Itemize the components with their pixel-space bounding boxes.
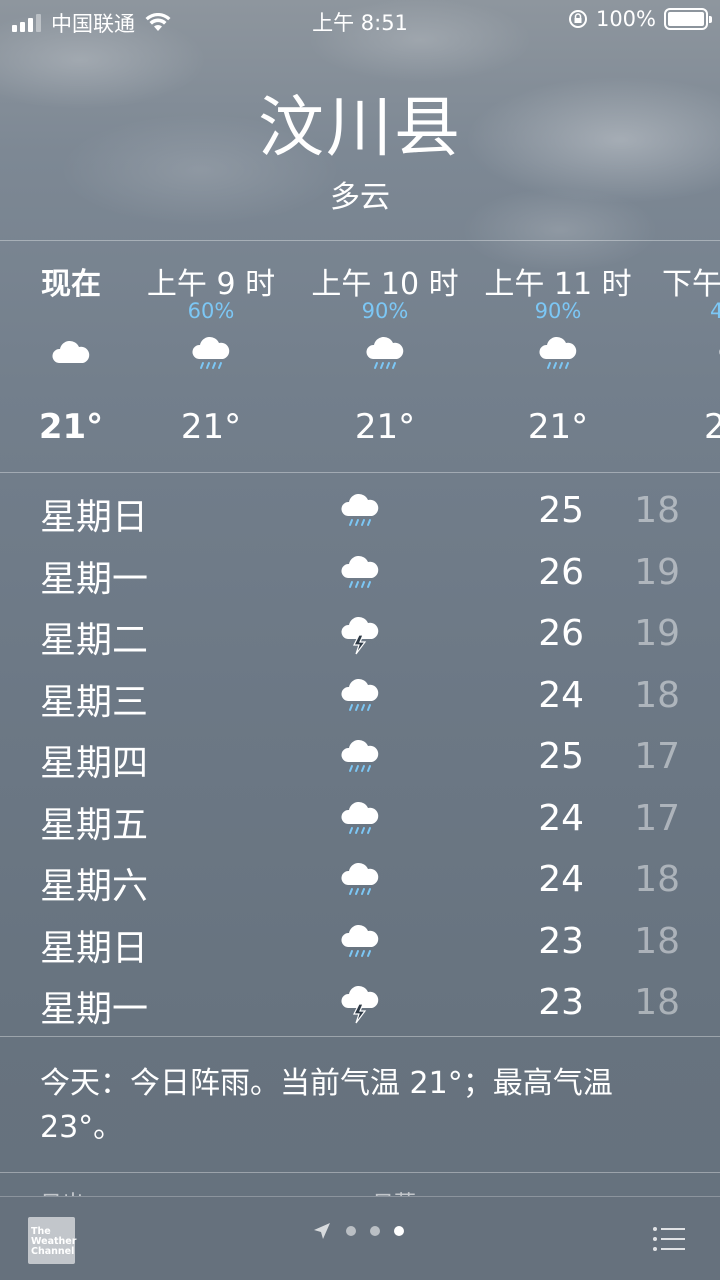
rain-cloud-icon bbox=[338, 490, 382, 534]
precip-chance: 4 bbox=[710, 299, 720, 323]
rain-cloud-icon bbox=[716, 333, 720, 377]
high-temp: 26 bbox=[538, 551, 584, 593]
hour-temp: 21° bbox=[180, 407, 242, 447]
day-name: 星期日 bbox=[40, 927, 149, 969]
rain-cloud-icon bbox=[536, 333, 580, 377]
low-temp: 18 bbox=[634, 490, 680, 531]
precip-chance: 90% bbox=[361, 299, 409, 323]
high-temp: 24 bbox=[538, 859, 584, 900]
weather-channel-logo[interactable]: The Weather Channel bbox=[28, 1217, 76, 1264]
daily-row: 星期一 23 18 bbox=[0, 972, 720, 1034]
day-name: 星期三 bbox=[40, 681, 149, 723]
precip-chance: 60% bbox=[187, 299, 235, 323]
hourly-item: 上午 11 时 90% 21° bbox=[473, 241, 643, 472]
high-temp: 25 bbox=[538, 490, 584, 531]
status-bar: 中国联通 上午 8:51 100% bbox=[0, 0, 720, 40]
hourly-item: 上午 10 时 90% 21° bbox=[300, 241, 470, 472]
low-temp: 18 bbox=[634, 920, 680, 962]
precip-chance: 90% bbox=[534, 299, 582, 323]
daily-row: 星期五 24 17 bbox=[0, 788, 720, 850]
low-temp: 17 bbox=[634, 736, 680, 777]
day-name: 星期四 bbox=[40, 743, 149, 784]
today-summary: 今天：今日阵雨。当前气温 21°；最高气温 23°。 bbox=[40, 1066, 613, 1145]
rain-cloud-icon bbox=[338, 736, 382, 780]
high-temp: 25 bbox=[538, 736, 584, 777]
low-temp: 18 bbox=[634, 982, 680, 1023]
divider bbox=[0, 1172, 720, 1173]
low-temp: 18 bbox=[634, 674, 680, 716]
daily-row: 星期日 25 18 bbox=[0, 480, 720, 542]
low-temp: 19 bbox=[634, 613, 680, 654]
thunderstorm-icon bbox=[338, 982, 382, 1026]
rain-cloud-icon bbox=[189, 333, 233, 377]
hourly-item: 下午 4 2 bbox=[652, 241, 720, 472]
daily-row: 星期六 24 18 bbox=[0, 849, 720, 911]
high-temp: 26 bbox=[538, 613, 584, 654]
rain-cloud-icon bbox=[338, 859, 382, 903]
hour-temp: 2 bbox=[704, 407, 720, 447]
day-name: 星期五 bbox=[40, 804, 149, 846]
hour-label: 下午 bbox=[662, 267, 720, 302]
daily-row: 星期日 23 18 bbox=[0, 911, 720, 973]
rain-cloud-icon bbox=[338, 552, 382, 596]
hour-temp: 21° bbox=[527, 407, 589, 447]
high-temp: 23 bbox=[538, 920, 584, 962]
day-name: 星期一 bbox=[40, 989, 149, 1030]
location-arrow-icon bbox=[314, 1223, 330, 1239]
rain-cloud-icon bbox=[363, 333, 407, 377]
high-temp: 24 bbox=[538, 674, 584, 716]
battery-percent: 100% bbox=[595, 7, 656, 31]
daily-forecast: 星期日 25 18 星期一 26 19 星期二 26 19 星期三 24 18 … bbox=[0, 480, 720, 1034]
page-dot-active bbox=[394, 1226, 404, 1236]
page-dot bbox=[346, 1226, 356, 1236]
day-name: 星期一 bbox=[40, 558, 149, 600]
hour-label: 上午 11 时 bbox=[484, 267, 632, 302]
divider bbox=[0, 1036, 720, 1037]
low-temp: 17 bbox=[634, 797, 680, 839]
hour-label: 上午 10 时 bbox=[311, 267, 459, 302]
daily-row: 星期四 25 17 bbox=[0, 726, 720, 788]
daily-row: 星期三 24 18 bbox=[0, 665, 720, 727]
city-name: 汶川县 bbox=[258, 89, 462, 166]
thunderstorm-icon bbox=[338, 613, 382, 657]
battery-icon bbox=[664, 8, 712, 30]
high-temp: 24 bbox=[538, 797, 584, 839]
hourly-item: 上午 9 时 60% 21° bbox=[126, 241, 296, 472]
city-list-icon[interactable] bbox=[652, 1225, 686, 1253]
day-name: 星期六 bbox=[40, 866, 149, 907]
rain-cloud-icon bbox=[338, 921, 382, 965]
day-name: 星期二 bbox=[40, 620, 149, 661]
bottom-toolbar: The Weather Channel bbox=[0, 1196, 720, 1280]
rotation-lock-icon bbox=[568, 10, 587, 28]
hourly-forecast[interactable]: 现在 21° 上午 9 时 60% 21° 上午 10 时 90% 21° 上午… bbox=[0, 241, 720, 472]
rain-cloud-icon bbox=[338, 675, 382, 719]
page-indicator[interactable] bbox=[312, 1221, 404, 1241]
divider bbox=[0, 472, 720, 473]
low-temp: 18 bbox=[634, 859, 680, 900]
daily-row: 星期二 26 19 bbox=[0, 603, 720, 665]
high-temp: 23 bbox=[538, 982, 584, 1023]
low-temp: 19 bbox=[634, 551, 680, 593]
cloud-icon bbox=[49, 333, 93, 377]
page-dot bbox=[370, 1226, 380, 1236]
day-name: 星期日 bbox=[40, 497, 149, 538]
hour-temp: 21° bbox=[354, 407, 416, 447]
current-condition: 多云 bbox=[330, 180, 390, 215]
location-header: 汶川县 多云 bbox=[0, 88, 720, 216]
daily-row: 星期一 26 19 bbox=[0, 542, 720, 604]
rain-cloud-icon bbox=[338, 798, 382, 842]
hour-label: 上午 9 时 bbox=[146, 267, 276, 302]
